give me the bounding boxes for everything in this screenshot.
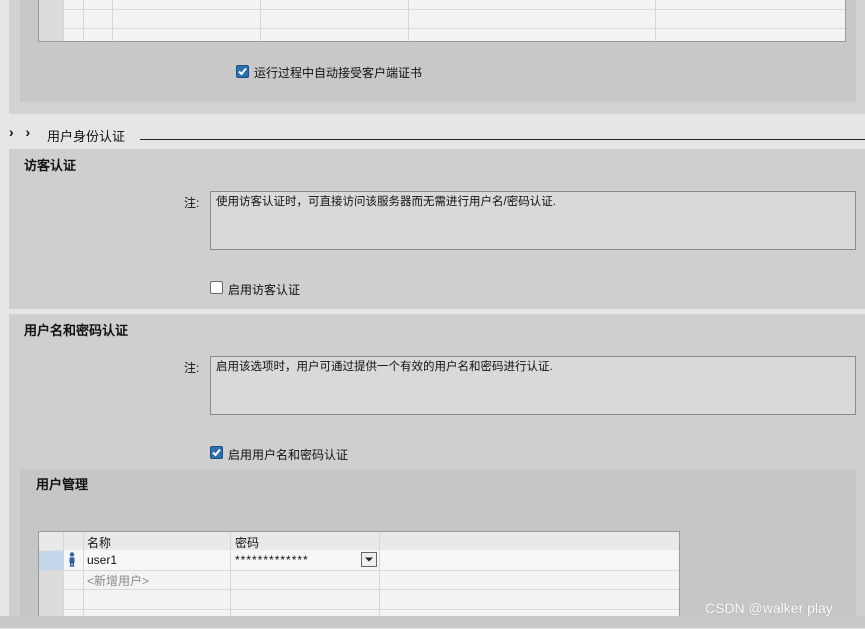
row-selector-active[interactable] [39, 551, 63, 570]
user-table-header: 名称 密码 [39, 532, 679, 551]
add-user-row[interactable]: <新增用户> [39, 570, 679, 590]
user-note-box: 启用该选项时，用户可通过提供一个有效的用户名和密码进行认证. [210, 356, 856, 415]
section-divider [140, 139, 865, 140]
watermark-text: CSDN @walker play [705, 600, 833, 616]
enable-user-auth-checkbox[interactable] [210, 446, 223, 459]
bottom-strip [0, 616, 865, 628]
user-icon [68, 552, 76, 570]
guest-auth-title: 访客认证 [24, 158, 77, 173]
add-user-placeholder[interactable]: <新增用户> [87, 572, 149, 589]
password-dropdown-button[interactable] [361, 552, 377, 567]
user-table: 名称 密码 user1 ************* <新增用户> [38, 531, 680, 628]
user-management-title: 用户管理 [36, 477, 89, 492]
user-note-text: 启用该选项时，用户可通过提供一个有效的用户名和密码进行认证. [216, 361, 553, 373]
enable-guest-auth-label: 启用访客认证 [228, 283, 301, 297]
guest-note-text: 使用访客认证时，可直接访问该服务器而无需进行用户名/密码认证. [216, 196, 556, 208]
table-row [39, 589, 679, 610]
table-row[interactable]: user1 ************* [39, 550, 679, 571]
guest-note-box: 使用访客认证时，可直接访问该服务器而无需进行用户名/密码认证. [210, 191, 856, 250]
auth-section-title: 用户身份认证 [47, 129, 126, 144]
top-table [38, 0, 846, 42]
chevron-down-icon [365, 557, 373, 562]
section-expand-chevrons[interactable]: › › [9, 124, 34, 140]
user-note-label: 注: [184, 361, 200, 375]
guest-note-label: 注: [184, 196, 200, 210]
column-header-name[interactable]: 名称 [87, 534, 111, 551]
auto-accept-cert-checkbox[interactable] [236, 65, 249, 78]
user-auth-title: 用户名和密码认证 [24, 323, 129, 338]
enable-user-auth-label: 启用用户名和密码认证 [228, 448, 349, 462]
user-name-cell[interactable]: user1 [87, 553, 117, 567]
user-password-cell[interactable]: ************* [235, 553, 309, 567]
enable-guest-auth-checkbox[interactable] [210, 281, 223, 294]
column-header-password[interactable]: 密码 [235, 534, 259, 551]
auto-accept-cert-label: 运行过程中自动接受客户端证书 [254, 66, 423, 80]
